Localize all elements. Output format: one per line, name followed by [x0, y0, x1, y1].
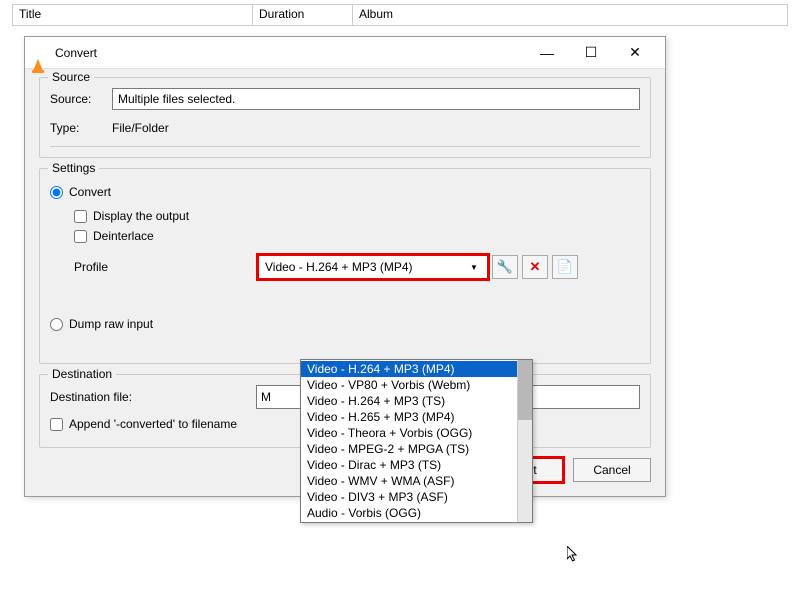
dropdown-scrollbar[interactable] [517, 360, 532, 522]
delete-icon: ✕ [530, 259, 541, 275]
append-converted-checkbox[interactable] [50, 418, 63, 431]
vlc-icon [33, 45, 49, 61]
convert-radio[interactable] [50, 186, 63, 199]
profile-selected-text: Video - H.264 + MP3 (MP4) [265, 260, 467, 274]
destination-group-title: Destination [48, 367, 116, 381]
dump-raw-radio[interactable] [50, 318, 63, 331]
new-profile-button[interactable]: 📄 [552, 255, 578, 279]
profile-option[interactable]: Video - WMV + WMA (ASF) [301, 473, 517, 489]
dialog-title: Convert [55, 46, 525, 60]
titlebar[interactable]: Convert — ☐ ✕ [25, 37, 665, 69]
profile-option[interactable]: Video - DIV3 + MP3 (ASF) [301, 489, 517, 505]
cancel-button-label: Cancel [593, 463, 630, 477]
profile-option[interactable]: Video - Dirac + MP3 (TS) [301, 457, 517, 473]
display-output-row[interactable]: Display the output [74, 209, 640, 223]
deinterlace-label: Deinterlace [93, 229, 154, 243]
cancel-button[interactable]: Cancel [573, 458, 651, 482]
type-value: File/Folder [112, 118, 169, 138]
destination-file-label: Destination file: [50, 390, 250, 404]
delete-profile-button[interactable]: ✕ [522, 255, 548, 279]
profile-option[interactable]: Audio - Vorbis (OGG) [301, 505, 517, 521]
source-input[interactable] [112, 88, 640, 110]
profile-option[interactable]: Video - MPEG-2 + MPGA (TS) [301, 441, 517, 457]
source-group: Source Source: Type: File/Folder [39, 77, 651, 158]
dump-raw-row[interactable]: Dump raw input [50, 317, 640, 331]
maximize-button[interactable]: ☐ [569, 38, 613, 68]
profile-option[interactable]: Video - H.265 + MP3 (MP4) [301, 409, 517, 425]
chevron-down-icon: ▼ [467, 263, 481, 272]
convert-dialog: Convert — ☐ ✕ Source Source: Type: File/… [24, 36, 666, 497]
background-table-header: Title Duration Album [12, 4, 788, 26]
cursor-icon [567, 546, 579, 564]
edit-profile-button[interactable]: 🔧 [492, 255, 518, 279]
display-output-label: Display the output [93, 209, 189, 223]
profile-option[interactable]: Video - H.264 + MP3 (MP4) [301, 361, 517, 377]
append-converted-label: Append '-converted' to filename [69, 417, 237, 431]
deinterlace-checkbox[interactable] [74, 230, 87, 243]
profile-dropdown-list[interactable]: Video - H.264 + MP3 (MP4)Video - VP80 + … [300, 359, 533, 523]
new-icon: 📄 [557, 259, 573, 275]
col-duration[interactable]: Duration [253, 5, 353, 25]
settings-group-title: Settings [48, 161, 99, 175]
wrench-icon: 🔧 [497, 259, 513, 275]
dump-raw-label: Dump raw input [69, 317, 153, 331]
source-label: Source: [50, 92, 106, 106]
profile-option[interactable]: Video - H.264 + MP3 (TS) [301, 393, 517, 409]
settings-group: Settings Convert Display the output Dein… [39, 168, 651, 364]
close-button[interactable]: ✕ [613, 38, 657, 68]
type-label: Type: [50, 121, 106, 135]
display-output-checkbox[interactable] [74, 210, 87, 223]
source-group-title: Source [48, 70, 94, 84]
profile-option[interactable]: Video - Theora + Vorbis (OGG) [301, 425, 517, 441]
deinterlace-row[interactable]: Deinterlace [74, 229, 640, 243]
col-album[interactable]: Album [353, 5, 787, 25]
minimize-button[interactable]: — [525, 38, 569, 68]
profile-option[interactable]: Video - VP80 + Vorbis (Webm) [301, 377, 517, 393]
profile-combobox[interactable]: Video - H.264 + MP3 (MP4) ▼ [258, 255, 488, 279]
col-title[interactable]: Title [13, 5, 253, 25]
convert-radio-row[interactable]: Convert [50, 185, 640, 199]
scrollbar-thumb[interactable] [518, 360, 532, 420]
profile-label: Profile [74, 260, 254, 274]
convert-radio-label: Convert [69, 185, 111, 199]
